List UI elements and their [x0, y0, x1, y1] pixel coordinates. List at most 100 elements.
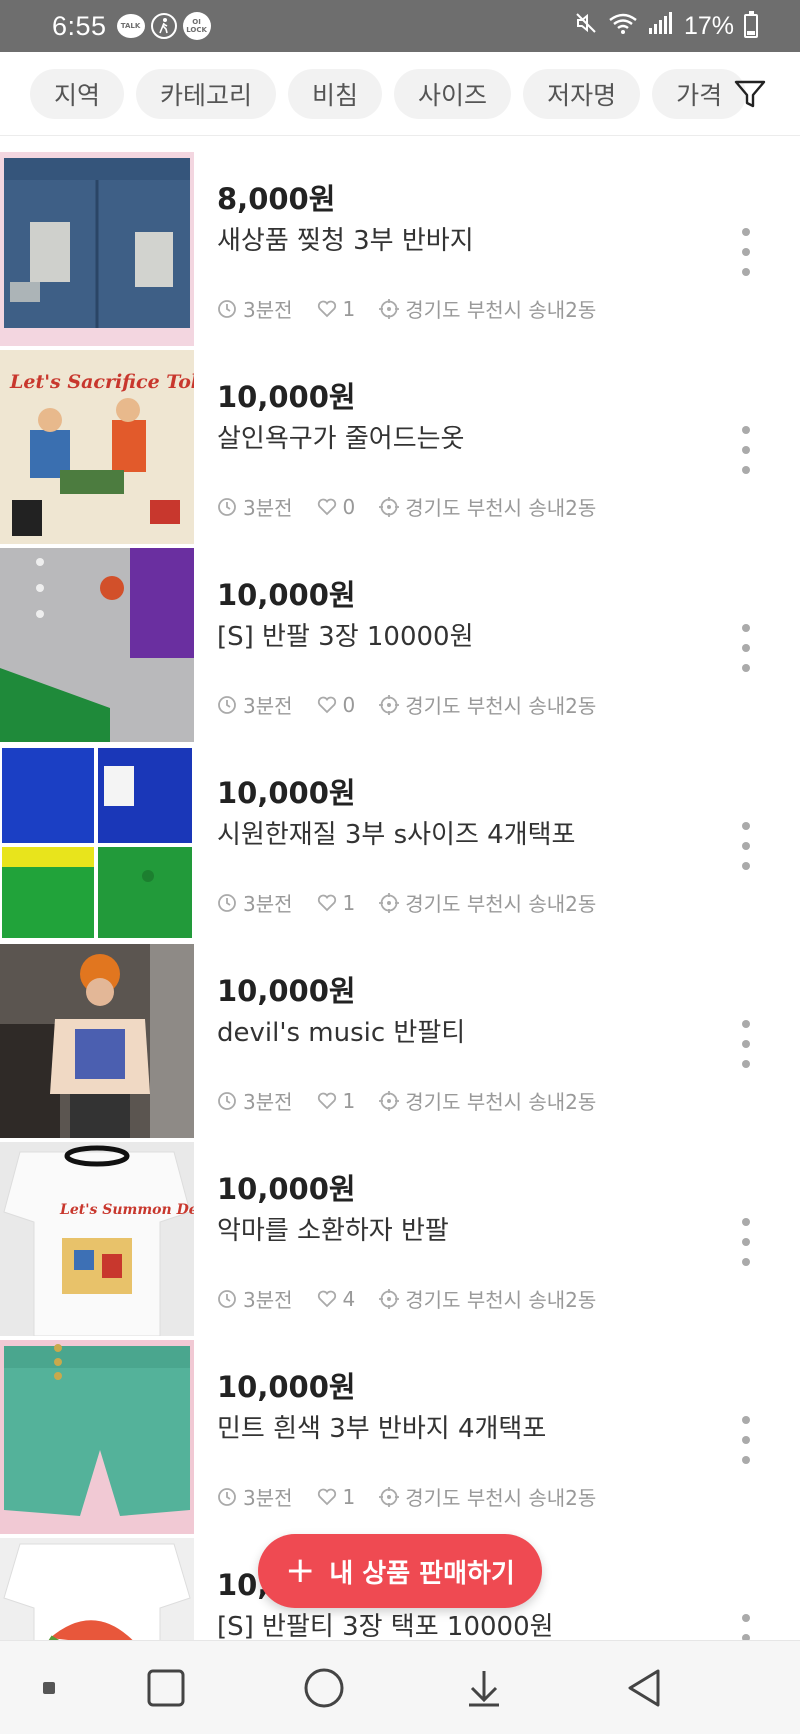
clock-icon	[218, 299, 236, 318]
heart-icon	[317, 1290, 336, 1307]
product-title: [S] 반팔 3장 10000원	[217, 622, 474, 652]
signal-icon	[648, 11, 674, 42]
product-thumbnail	[0, 548, 194, 742]
product-price: 10,000원	[217, 578, 356, 612]
more-options-icon[interactable]	[740, 426, 752, 474]
product-item[interactable]: Let's Summon Demons 10,000원 악마를 소환하자 반팔 …	[0, 1142, 800, 1340]
product-location: 경기도 부천시 송내2동	[405, 496, 597, 520]
product-list: 8,000원 새상품 찢청 3부 반바지 3분전 1 경기도 부천시 송내2동 …	[0, 152, 800, 1734]
product-price: 10,000원	[217, 974, 356, 1008]
product-location: 경기도 부천시 송내2동	[405, 1090, 597, 1114]
product-location: 경기도 부천시 송내2동	[405, 892, 597, 916]
wifi-icon	[608, 11, 638, 42]
product-item[interactable]: 10,000원 시원한재질 3부 s사이즈 4개택포 3분전 1 경기도 부천시…	[0, 746, 800, 944]
product-thumbnail	[0, 944, 194, 1138]
recent-apps-icon[interactable]	[136, 1641, 196, 1734]
filter-chip-transparency[interactable]: 비침	[288, 68, 383, 119]
product-thumbnail	[0, 1340, 194, 1534]
product-price: 10,000원	[217, 1370, 356, 1404]
more-options-icon[interactable]	[740, 1020, 752, 1068]
like-count: 1	[342, 296, 356, 321]
product-item[interactable]: 8,000원 새상품 찢청 3부 반바지 3분전 1 경기도 부천시 송내2동	[0, 152, 800, 350]
filter-chip-category[interactable]: 카테고리	[136, 68, 277, 119]
more-options-icon[interactable]	[740, 1218, 752, 1266]
status-bar: 6:55 TALK OI LOCK 17%	[0, 0, 800, 52]
filter-bar: 지역 카테고리 비침 사이즈 저자명 가격	[0, 52, 800, 136]
product-location: 경기도 부천시 송내2동	[405, 1486, 597, 1510]
nav-dot-icon[interactable]	[24, 1641, 74, 1734]
clock-icon	[218, 497, 236, 516]
more-options-icon[interactable]	[740, 822, 752, 870]
heart-icon	[317, 894, 336, 911]
more-options-icon[interactable]	[740, 1416, 752, 1464]
product-thumbnail: Let's Sacrifice Toby	[0, 350, 194, 544]
product-title: 새상품 찢청 3부 반바지	[217, 226, 474, 256]
filter-chip-region[interactable]: 지역	[30, 68, 125, 119]
product-item[interactable]: 10,000원 devil's music 반팔티 3분전 1 경기도 부천시 …	[0, 944, 800, 1142]
posted-time: 3분전	[243, 1090, 293, 1114]
location-target-icon	[379, 496, 400, 517]
location-target-icon	[379, 892, 400, 913]
product-price: 10,000원	[217, 380, 356, 414]
clock-icon	[218, 695, 236, 714]
product-meta: 3분전 1 경기도 부천시 송내2동	[217, 294, 620, 323]
home-icon[interactable]	[294, 1641, 354, 1734]
lock-app-icon: OI LOCK	[182, 12, 211, 40]
product-meta: 3분전 1 경기도 부천시 송내2동	[217, 888, 620, 917]
more-options-icon[interactable]	[740, 624, 752, 672]
like-count: 1	[342, 890, 356, 915]
heart-icon	[317, 498, 336, 515]
thumbnail-text: Let's Sacrifice Toby	[9, 371, 194, 393]
clock-icon	[218, 1487, 236, 1506]
more-options-icon[interactable]	[740, 228, 752, 276]
heart-icon	[317, 1092, 336, 1109]
posted-time: 3분전	[243, 496, 293, 520]
product-thumbnail	[0, 152, 194, 346]
product-thumbnail	[0, 746, 194, 940]
product-item[interactable]: 10,000원 민트 흰색 3부 반바지 4개택포 3분전 1 경기도 부천시 …	[0, 1340, 800, 1538]
filter-chip-author[interactable]: 저자명	[523, 68, 641, 119]
back-icon[interactable]	[614, 1641, 674, 1734]
posted-time: 3분전	[243, 298, 293, 322]
like-count: 4	[342, 1286, 356, 1311]
like-count: 0	[342, 692, 356, 717]
product-price: 10,000원	[217, 1172, 356, 1206]
system-nav-bar	[0, 1640, 800, 1734]
product-meta: 3분전 4 경기도 부천시 송내2동	[217, 1284, 620, 1313]
product-price: 8,000원	[217, 182, 336, 216]
sell-my-item-button[interactable]: + 내 상품 판매하기	[258, 1534, 542, 1608]
product-title: 시원한재질 3부 s사이즈 4개택포	[217, 820, 576, 850]
clock-icon	[218, 1289, 236, 1308]
download-arrow-icon[interactable]	[454, 1641, 514, 1734]
posted-time: 3분전	[243, 694, 293, 718]
product-location: 경기도 부천시 송내2동	[405, 694, 597, 718]
sell-my-item-label: 내 상품 판매하기	[329, 1558, 515, 1589]
product-meta: 3분전 0 경기도 부천시 송내2동	[217, 690, 620, 719]
location-target-icon	[379, 1090, 400, 1111]
location-target-icon	[379, 694, 400, 715]
clock-icon	[218, 893, 236, 912]
walking-icon	[150, 13, 177, 39]
clock-icon	[218, 1091, 236, 1110]
battery-percent: 17%	[683, 11, 734, 40]
product-title: 악마를 소환하자 반팔	[217, 1216, 449, 1246]
filter-chip-size[interactable]: 사이즈	[394, 68, 512, 119]
posted-time: 3분전	[243, 1486, 293, 1510]
mute-icon	[574, 11, 598, 42]
product-item[interactable]: 10,000원 [S] 반팔 3장 10000원 3분전 0 경기도 부천시 송…	[0, 548, 800, 746]
product-item[interactable]: Let's Sacrifice Toby 10,000원 살인욕구가 줄어드는옷…	[0, 350, 800, 548]
heart-icon	[317, 300, 336, 317]
product-title: 살인욕구가 줄어드는옷	[217, 424, 465, 454]
posted-time: 3분전	[243, 892, 293, 916]
product-meta: 3분전 0 경기도 부천시 송내2동	[217, 492, 620, 521]
product-location: 경기도 부천시 송내2동	[405, 1288, 597, 1312]
product-title: [S] 반팔티 3장 택포 10000원	[217, 1612, 554, 1642]
location-target-icon	[379, 298, 400, 319]
heart-icon	[317, 1488, 336, 1505]
filter-funnel-icon[interactable]	[732, 76, 768, 112]
location-target-icon	[379, 1486, 400, 1507]
product-title: devil's music 반팔티	[217, 1018, 466, 1048]
product-meta: 3분전 1 경기도 부천시 송내2동	[217, 1086, 620, 1115]
product-thumbnail: Let's Summon Demons	[0, 1142, 194, 1336]
product-price: 10,000원	[217, 776, 356, 810]
